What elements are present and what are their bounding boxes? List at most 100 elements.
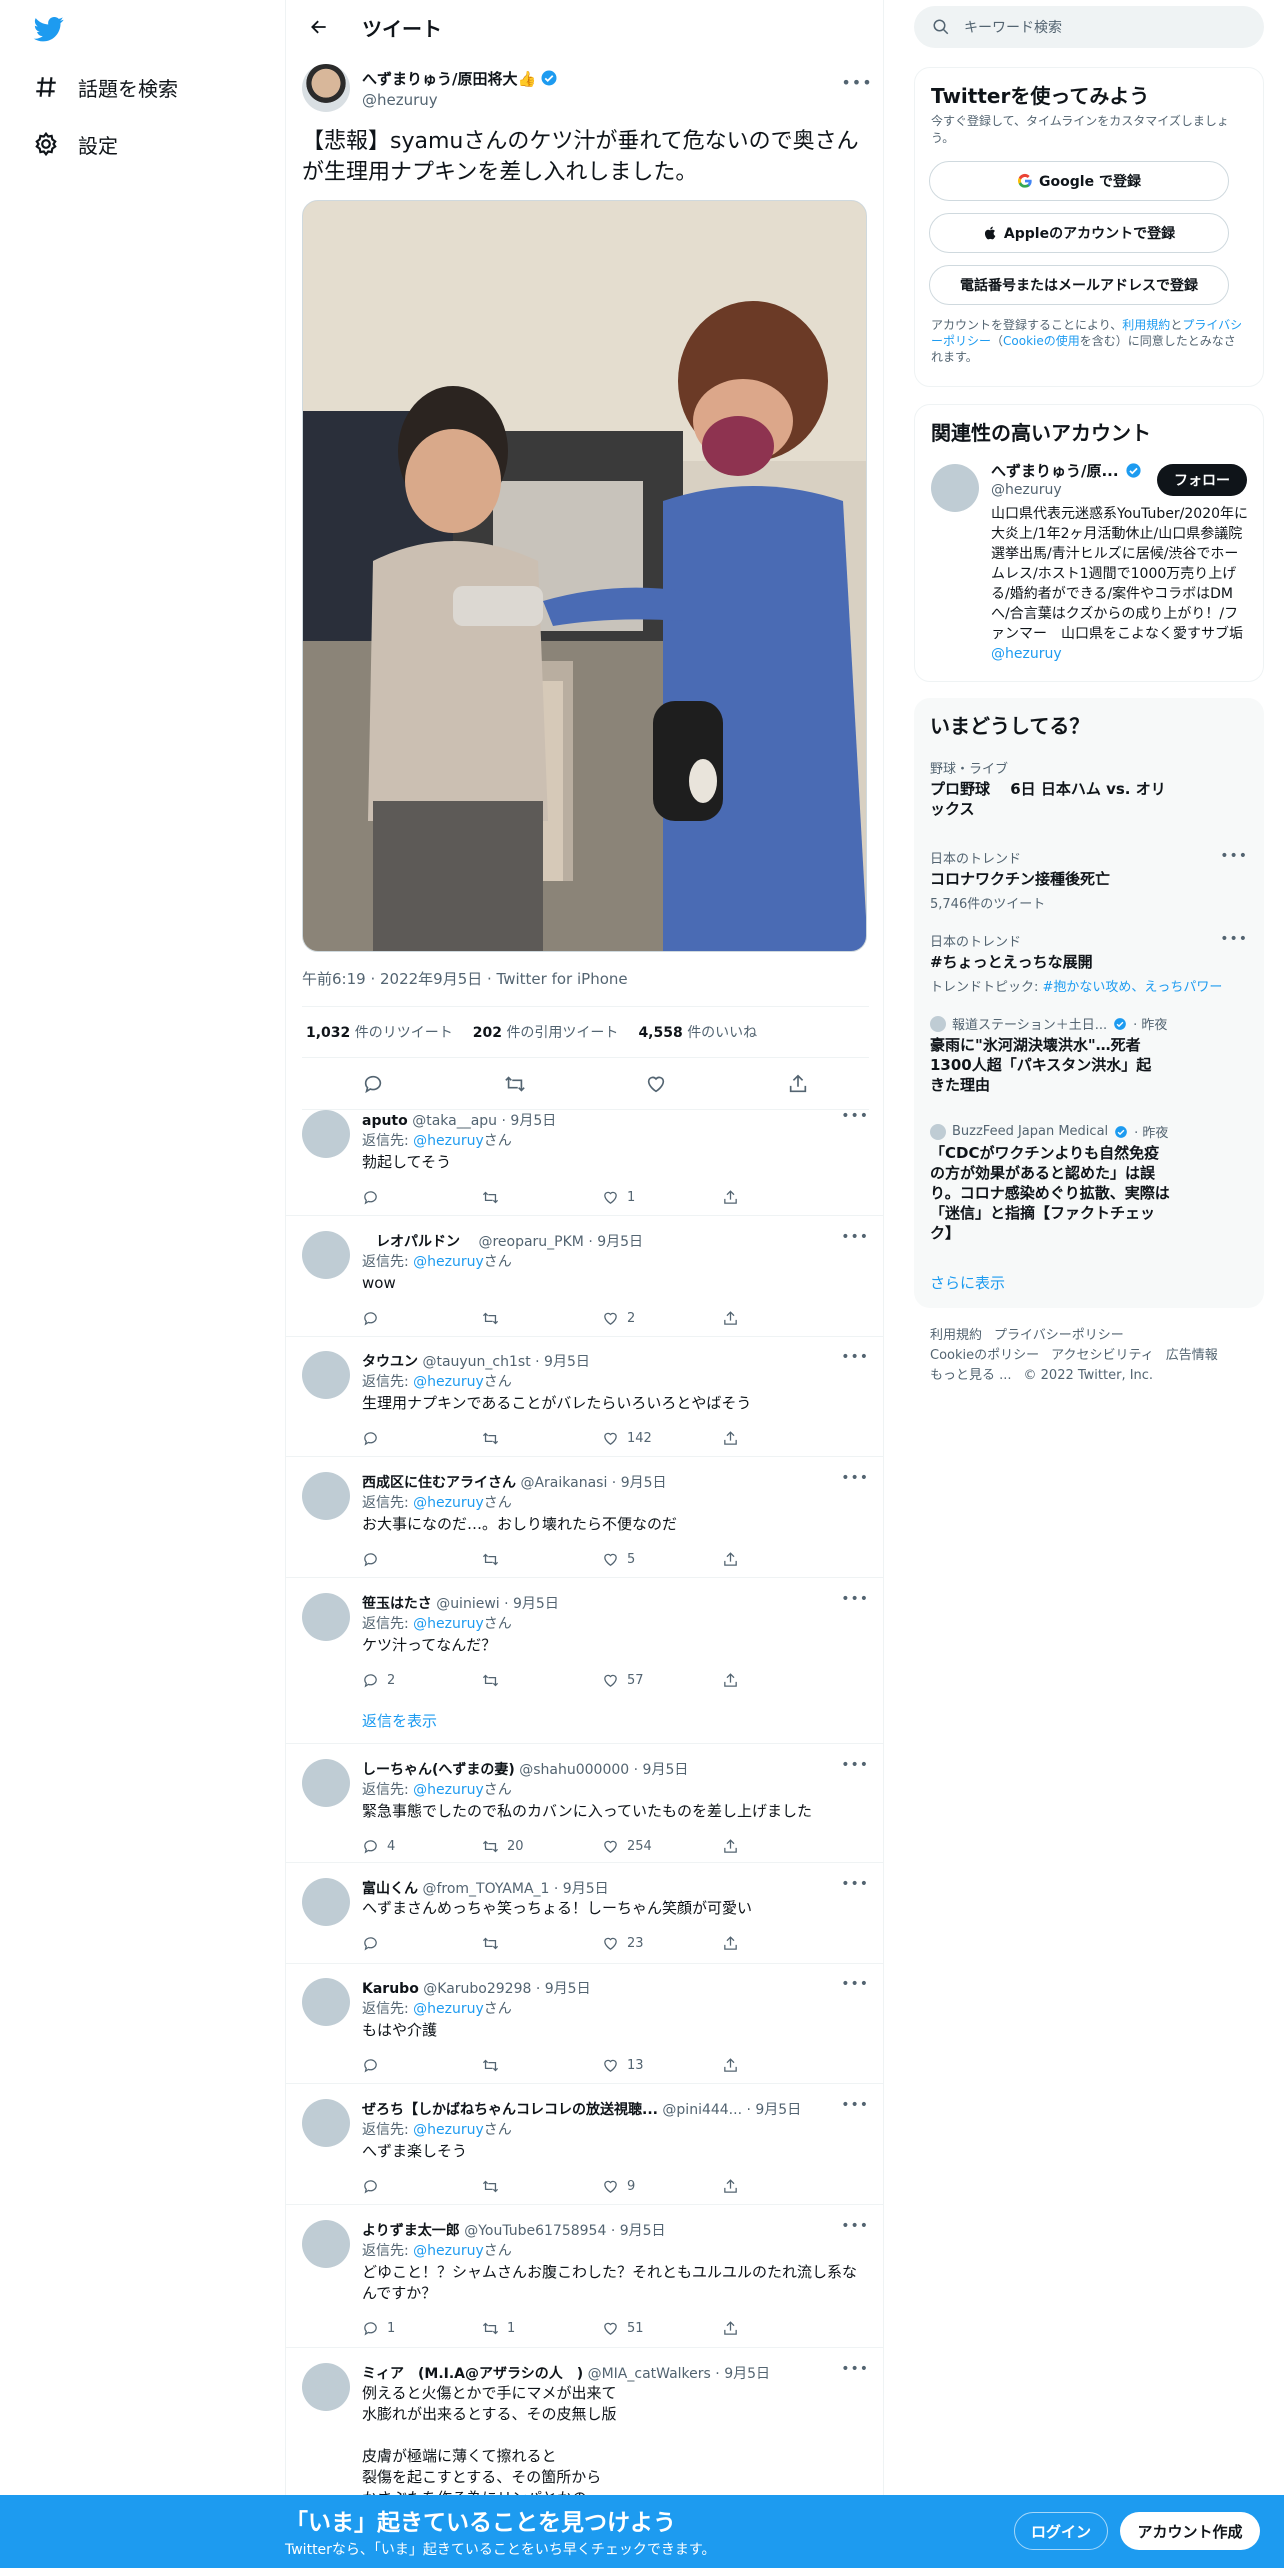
heart-icon[interactable]: 57 xyxy=(602,1672,722,1689)
footer-more-link[interactable]: もっと見る ... xyxy=(930,1368,1012,1383)
avatar[interactable] xyxy=(302,64,350,112)
share-icon[interactable] xyxy=(722,1838,842,1855)
reply-tweet[interactable]: ••• ぜろち【しかばねちゃんコレコレの放送視聴... @pini444... ·… xyxy=(286,2085,883,2205)
news-item[interactable]: BuzzFeed Japan Medical · 昨夜 「CDCがワクチンよりも… xyxy=(930,1122,1248,1243)
author-name[interactable]: へずまりゅう/原田将大👍 xyxy=(362,68,536,89)
reply-author-handle[interactable]: @from_TOYAMA_1 xyxy=(422,1881,549,1897)
follow-button[interactable]: フォロー xyxy=(1157,464,1247,496)
reply-icon[interactable]: 2 xyxy=(362,1672,482,1689)
avatar[interactable] xyxy=(302,1351,350,1399)
reply-author-name[interactable]: 富山くん xyxy=(362,1881,418,1897)
related-name-row[interactable]: へずまりゅう/原... xyxy=(991,460,1142,481)
reply-author-name[interactable]: よりずま太一郎 xyxy=(362,2223,460,2239)
reply-date[interactable]: · 9月5日 xyxy=(504,1596,559,1612)
retweet-icon[interactable] xyxy=(482,1672,602,1689)
reply-author-name[interactable]: Karubo xyxy=(362,1981,419,1997)
reply-icon[interactable] xyxy=(362,2057,482,2074)
trend-item[interactable]: 野球・ライブ プロ野球 6日 日本ハム vs. オリックス xyxy=(930,758,1248,819)
reply-author-name[interactable]: しーちゃん(へずまの妻) xyxy=(362,1762,515,1778)
avatar[interactable] xyxy=(302,1759,350,1807)
retweet-icon[interactable] xyxy=(482,1189,602,1206)
retweet-icon[interactable]: 20 xyxy=(482,1838,602,1855)
reply-to-link[interactable]: @hezuruy xyxy=(413,1495,484,1511)
reply-to-link[interactable]: @hezuruy xyxy=(413,1254,484,1270)
trend-item[interactable]: 日本のトレンド #ちょっとえっちな展開 トレンドトピック: #抱かない攻め、えっ… xyxy=(930,931,1248,995)
reply-author-handle[interactable]: @pini444... xyxy=(662,2102,742,2118)
reply-tweet[interactable]: ••• 西成区に住むアライさん @Araikanasi · 9月5日 返信先: @h… xyxy=(286,1458,883,1578)
avatar[interactable] xyxy=(302,2099,350,2147)
retweet-icon[interactable] xyxy=(482,2057,602,2074)
avatar[interactable] xyxy=(302,1231,350,1279)
share-icon[interactable] xyxy=(722,1189,842,1206)
reply-date[interactable]: · 9月5日 xyxy=(634,1762,689,1778)
reply-tweet[interactable]: ••• aputo @taka__apu · 9月5日 返信先: @hezuruyさ… xyxy=(286,1096,883,1216)
apple-signup-button[interactable]: Appleのアカウントで登録 xyxy=(929,213,1229,253)
tweet-photo[interactable] xyxy=(302,200,867,952)
reply-to-link[interactable]: @hezuruy xyxy=(413,1616,484,1632)
reply-tweet[interactable]: ••• レオパルドン @reoparu_PKM · 9月5日 返信先: @hezu… xyxy=(286,1217,883,1337)
reply-tweet[interactable]: ••• よりずま太一郎 @YouTube61758954 · 9月5日 返信先: @… xyxy=(286,2206,883,2348)
footer-ads-link[interactable]: 広告情報 xyxy=(1166,1348,1218,1363)
retweet-icon[interactable] xyxy=(482,1310,602,1327)
reply-author-handle[interactable]: @Karubo29298 xyxy=(423,1981,531,1997)
reply-date[interactable]: · 9月5日 xyxy=(536,1981,591,1997)
reply-icon[interactable] xyxy=(362,1935,482,1952)
avatar[interactable] xyxy=(302,1978,350,2026)
heart-icon[interactable]: 23 xyxy=(602,1935,722,1952)
reply-author-name[interactable]: 笹玉はたさ xyxy=(362,1596,432,1612)
reply-author-handle[interactable]: @Araikanasi xyxy=(520,1475,607,1491)
quote-stat[interactable]: 202 件の引用ツイート xyxy=(473,1022,619,1042)
footer-accessibility-link[interactable]: アクセシビリティ xyxy=(1051,1348,1154,1363)
reply-date[interactable]: · 9月5日 xyxy=(611,2223,666,2239)
reply-to-link[interactable]: @hezuruy xyxy=(413,1133,484,1149)
more-icon[interactable]: ••• xyxy=(841,72,871,92)
twitter-logo-icon[interactable] xyxy=(32,14,66,44)
reply-to-link[interactable]: @hezuruy xyxy=(413,2122,484,2138)
related-account[interactable]: へずまりゅう/原... @hezuruy フォロー 山口県代表元迷惑系YouTu… xyxy=(931,460,1248,662)
share-icon[interactable] xyxy=(722,2320,842,2337)
author-name-row[interactable]: へずまりゅう/原田将大👍 xyxy=(362,68,558,89)
share-icon[interactable] xyxy=(722,2178,842,2195)
reply-tweet[interactable]: ••• 富山くん @from_TOYAMA_1 · 9月5日 へずまさんめっちゃ笑っ… xyxy=(286,1864,883,1964)
news-item[interactable]: 報道ステーション＋土日... · 昨夜 豪雨に"氷河湖決壊洪水"…死者1300人… xyxy=(930,1014,1248,1095)
reply-to-link[interactable]: @hezuruy xyxy=(413,1782,484,1798)
reply-icon[interactable] xyxy=(362,1430,482,1447)
tweet-timestamp[interactable]: 午前6:19 · 2022年9月5日 · Twitter for iPhone xyxy=(302,968,869,990)
footer-terms-link[interactable]: 利用規約 xyxy=(930,1328,982,1343)
reply-icon[interactable]: 4 xyxy=(362,1838,482,1855)
heart-icon[interactable]: 1 xyxy=(602,1189,722,1206)
search-box[interactable]: キーワード検索 xyxy=(914,6,1264,48)
avatar[interactable] xyxy=(302,2363,350,2411)
retweet-icon[interactable] xyxy=(482,1551,602,1568)
bio-mention-link[interactable]: @hezuruy xyxy=(991,646,1062,662)
heart-icon[interactable]: 13 xyxy=(602,2057,722,2074)
trend-item[interactable]: 日本のトレンド コロナワクチン接種後死亡 5,746件のツイート ••• xyxy=(930,848,1248,912)
reply-icon[interactable] xyxy=(362,2178,482,2195)
google-signup-button[interactable]: Google で登録 xyxy=(929,161,1229,201)
share-icon[interactable] xyxy=(722,1672,842,1689)
reply-tweet[interactable]: ••• タウユン @tauyun_ch1st · 9月5日 返信先: @hezuru… xyxy=(286,1337,883,1457)
reply-author-handle[interactable]: @tauyun_ch1st xyxy=(422,1354,530,1370)
reply-icon[interactable] xyxy=(362,1310,482,1327)
reply-icon[interactable]: 1 xyxy=(362,2320,482,2337)
retweet-icon[interactable]: 1 xyxy=(482,2320,602,2337)
reply-author-handle[interactable]: @reoparu_PKM xyxy=(478,1234,583,1250)
reply-icon[interactable] xyxy=(362,1189,482,1206)
nav-explore[interactable]: 話題を検索 xyxy=(32,67,178,107)
heart-icon[interactable]: 254 xyxy=(602,1838,722,1855)
avatar[interactable] xyxy=(302,1878,350,1926)
reply-to-link[interactable]: @hezuruy xyxy=(413,2001,484,2017)
reply-date[interactable]: · 9月5日 xyxy=(612,1475,667,1491)
related-handle[interactable]: @hezuruy xyxy=(991,482,1062,498)
author-handle[interactable]: @hezuruy xyxy=(362,91,558,109)
reply-author-handle[interactable]: @YouTube61758954 xyxy=(464,2223,606,2239)
reply-author-handle[interactable]: @shahu000000 xyxy=(519,1762,629,1778)
share-icon[interactable] xyxy=(722,1935,842,1952)
reply-date[interactable]: · 9月5日 xyxy=(588,1234,643,1250)
avatar[interactable] xyxy=(302,1593,350,1641)
share-icon[interactable] xyxy=(722,2057,842,2074)
avatar[interactable] xyxy=(302,1110,350,1158)
reply-author-name[interactable]: レオパルドン xyxy=(362,1234,474,1250)
back-button[interactable] xyxy=(302,10,336,44)
show-more-link[interactable]: さらに表示 xyxy=(930,1272,1005,1293)
